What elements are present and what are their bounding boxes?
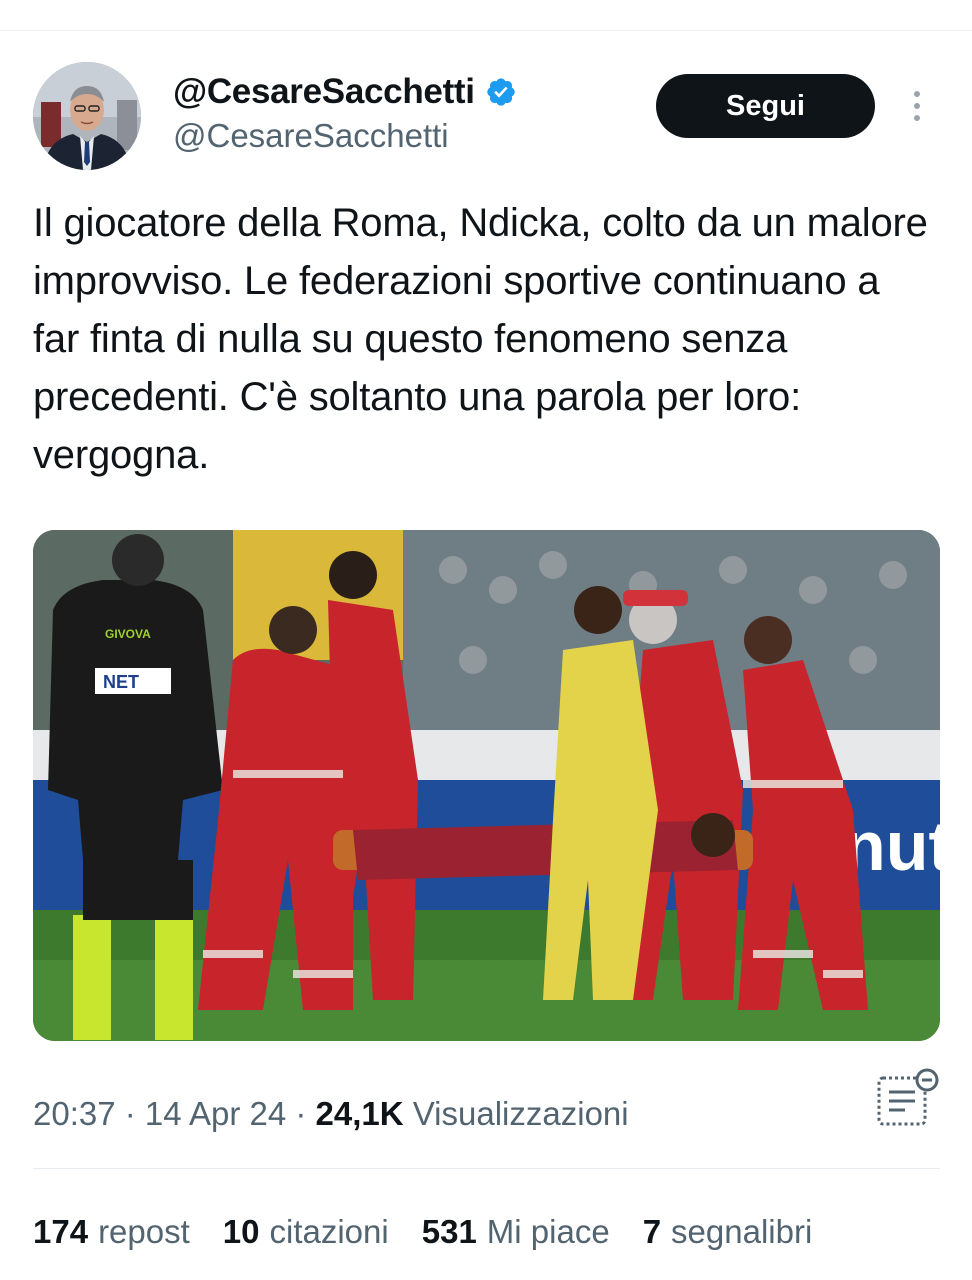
analytics-icon[interactable]	[873, 1068, 943, 1130]
views-count: 24,1K	[315, 1095, 404, 1132]
display-name-text: @CesareSacchetti	[173, 72, 475, 111]
meta-separator: ·	[286, 1095, 316, 1132]
reposts-count: 174	[33, 1213, 89, 1250]
author-avatar[interactable]	[33, 62, 141, 170]
reposts-stat[interactable]: 174 repost	[33, 1213, 190, 1251]
verified-badge-icon	[487, 78, 515, 106]
quotes-count: 10	[222, 1213, 260, 1250]
reposts-label: repost	[98, 1213, 190, 1250]
tweet-time[interactable]: 20:37	[33, 1095, 116, 1132]
tweet-media-photo[interactable]: nut GIVOVA NET	[33, 530, 940, 1041]
views-label: Visualizzazioni	[412, 1095, 629, 1132]
tweet-meta: 20:37 · 14 Apr 24 · 24,1K Visualizzazion…	[33, 1095, 629, 1133]
top-divider	[0, 30, 972, 31]
tweet-text: Il giocatore della Roma, Ndicka, colto d…	[33, 201, 928, 477]
bookmarks-stat[interactable]: 7 segnalibri	[643, 1213, 813, 1251]
bookmarks-count: 7	[642, 1213, 662, 1250]
bookmarks-label: segnalibri	[671, 1213, 813, 1250]
avatar-image	[33, 62, 141, 170]
referee-shirt-text: GIVOVA	[105, 627, 151, 641]
stretcher-scene-image: nut GIVOVA NET	[33, 530, 940, 1041]
more-vertical-icon[interactable]	[905, 86, 929, 126]
follow-button[interactable]: Segui	[656, 74, 875, 138]
stats-divider	[33, 1168, 940, 1169]
referee-sponsor-text: NET	[103, 672, 139, 692]
meta-separator: ·	[115, 1095, 145, 1132]
quotes-label: citazioni	[269, 1213, 389, 1250]
author-handle[interactable]: @CesareSacchetti	[173, 117, 449, 155]
engagement-stats: 174 repost 10 citazioni 531 Mi piace 7 segna…	[33, 1213, 845, 1251]
likes-label: Mi piace	[486, 1213, 610, 1250]
tweet-date[interactable]: 14 Apr 24	[145, 1095, 286, 1132]
quotes-stat[interactable]: 10 citazioni	[223, 1213, 389, 1251]
author-display-name[interactable]: @CesareSacchetti	[173, 72, 517, 112]
likes-stat[interactable]: 531 Mi piace	[422, 1213, 610, 1251]
likes-count: 531	[421, 1213, 477, 1250]
